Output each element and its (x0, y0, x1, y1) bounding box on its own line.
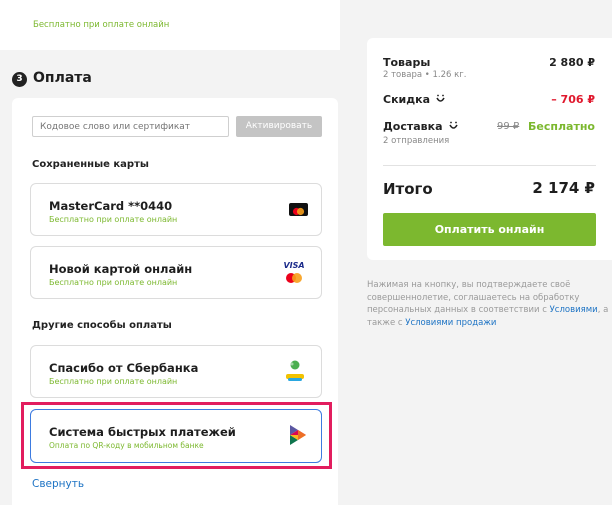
delivery-old-price: 99 ₽ (497, 121, 520, 132)
discount-value: – 706 ₽ (551, 93, 595, 106)
new-card-title: Новой картой онлайн (49, 262, 193, 276)
sber-subtitle: Бесплатно при оплате онлайн (49, 377, 178, 386)
new-card-subtitle: Бесплатно при оплате онлайн (49, 278, 178, 287)
sbp-title: Система быстрых платежей (49, 425, 236, 439)
sbp-logo-icon (290, 425, 306, 445)
collapse-link[interactable]: Свернуть (32, 478, 84, 490)
payment-heading: Оплата (33, 70, 92, 86)
sber-spasibo-icon (284, 359, 306, 385)
visa-icon-text: VISA (283, 261, 305, 270)
pay-online-button[interactable]: Оплатить онлайн (383, 213, 596, 246)
activate-button[interactable]: Активировать (236, 116, 322, 137)
saved-card-title: MasterCard **0440 (49, 199, 173, 213)
step-badge: 3 (12, 72, 27, 87)
terms-link[interactable]: Условиями (550, 305, 598, 315)
goods-label: Товары (383, 56, 431, 69)
summary-divider (383, 165, 596, 166)
saved-card-mastercard[interactable]: MasterCard **0440 Бесплатно при оплате о… (30, 183, 322, 236)
new-card-online[interactable]: Новой картой онлайн Бесплатно при оплате… (30, 246, 322, 299)
delivery-subtitle: 2 отправления (383, 136, 450, 146)
goods-value: 2 880 ₽ (549, 56, 595, 69)
delivery-label: Доставка (383, 120, 459, 133)
delivery-value: Бесплатно (528, 120, 595, 133)
saved-card-subtitle: Бесплатно при оплате онлайн (49, 215, 178, 224)
sber-spasibo-option[interactable]: Спасибо от Сбербанка Бесплатно при оплат… (30, 345, 322, 398)
discount-label: Скидка (383, 93, 446, 106)
sale-terms-link[interactable]: Условиями продажи (405, 318, 496, 328)
saved-cards-title: Сохраненные карты (32, 159, 149, 170)
discount-label-text: Скидка (383, 93, 431, 106)
sber-title: Спасибо от Сбербанка (49, 361, 199, 375)
mastercard-icon (289, 203, 308, 216)
smile-icon (448, 121, 459, 132)
goods-subtitle: 2 товара • 1.26 кг. (383, 70, 467, 80)
legal-disclaimer: Нажимая на кнопку, вы подтверждаете своё… (367, 279, 609, 329)
total-value: 2 174 ₽ (532, 179, 595, 197)
other-methods-title: Другие способы оплаты (32, 320, 172, 331)
visa-mastercard-icon: VISA (283, 261, 305, 285)
delivery-free-note: Бесплатно при оплате онлайн (33, 20, 170, 30)
promo-code-input[interactable] (32, 116, 229, 137)
total-label: Итого (383, 180, 433, 198)
delivery-label-text: Доставка (383, 120, 443, 133)
sbp-option[interactable]: Система быстрых платежей Оплата по QR-ко… (30, 409, 322, 463)
sbp-subtitle: Оплата по QR-коду в мобильном банке (49, 441, 204, 450)
disclaimer-text-1: Нажимая на кнопку, вы подтверждаете своё… (367, 280, 580, 315)
smile-icon (435, 94, 446, 105)
